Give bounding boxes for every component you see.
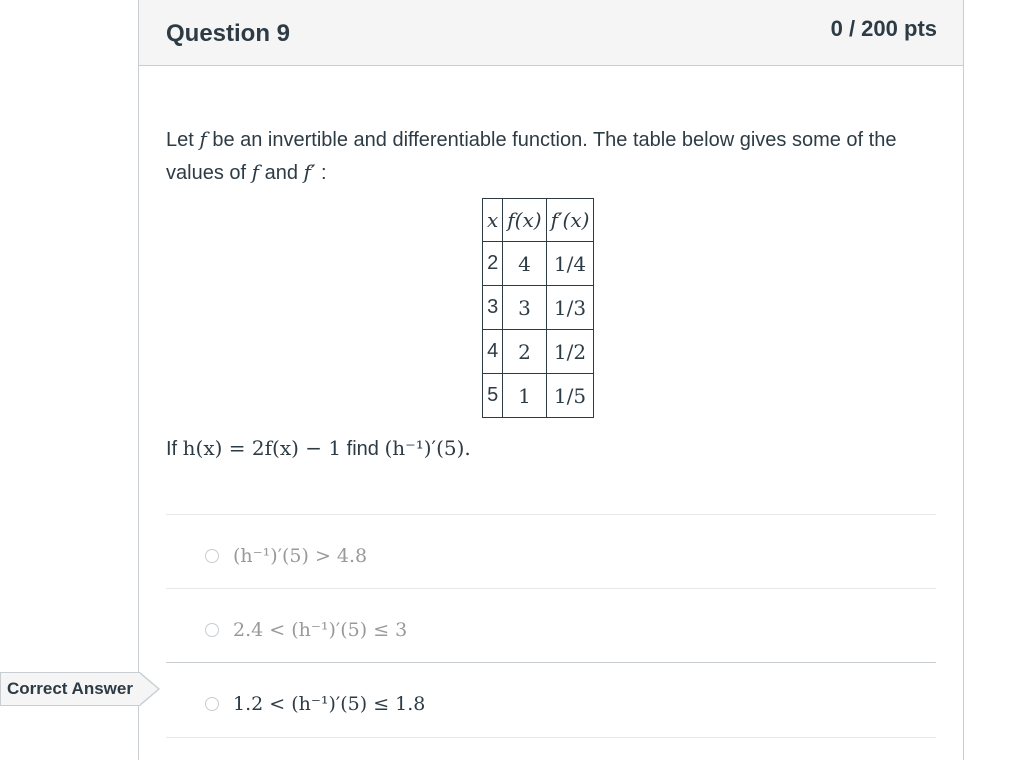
- answer-label: 2.4 < (h⁻¹)′(5) ≤ 3: [233, 619, 408, 641]
- answer-divider: [166, 514, 936, 515]
- question-text: Let f be an invertible and differentiabl…: [166, 123, 926, 189]
- question-header: Question 9 0 / 200 pts: [139, 0, 963, 66]
- prompt-end: .: [464, 436, 471, 460]
- answer-divider: [166, 588, 936, 589]
- correct-answer-flag-arrow-fill: [139, 673, 158, 705]
- answer-divider: [166, 737, 936, 738]
- values-table: x f(x) f′(x) 2 4 1/4 3 3 1/3 4 2 1/2 5 1…: [481, 198, 595, 418]
- table-header-fx: f(x): [502, 198, 547, 242]
- table-cell: 1/2: [545, 329, 595, 374]
- table-cell: 1/3: [545, 285, 595, 330]
- table-cell: 1/5: [545, 373, 595, 418]
- answer-divider: [166, 662, 936, 663]
- table-row: 2 4 1/4: [481, 241, 595, 286]
- intro-text-3: and: [259, 162, 304, 184]
- table-header-fprime: f′(x): [545, 198, 595, 242]
- table-cell: 5: [481, 373, 504, 418]
- table-cell: 3: [481, 285, 504, 330]
- prompt-target: (h⁻¹)′(5): [384, 436, 465, 460]
- fprime-symbol: f′: [303, 160, 316, 184]
- table-header-row: x f(x) f′(x): [481, 198, 595, 242]
- question-prompt: If h(x) = 2f(x) − 1 find (h⁻¹)′(5).: [166, 436, 471, 461]
- answer-option-1[interactable]: (h⁻¹)′(5) > 4.8: [205, 536, 367, 576]
- table-cell: 4: [502, 241, 547, 286]
- radio-button[interactable]: [205, 623, 219, 637]
- table-row: 4 2 1/2: [481, 329, 595, 374]
- f-symbol-2: f: [251, 160, 260, 184]
- prompt-expression: h(x) = 2f(x) − 1: [182, 436, 342, 460]
- question-card: Question 9 0 / 200 pts Let f be an inver…: [138, 0, 964, 760]
- table-cell: 3: [502, 285, 547, 330]
- answer-option-3[interactable]: 1.2 < (h⁻¹)′(5) ≤ 1.8: [205, 684, 425, 724]
- radio-button[interactable]: [205, 549, 219, 563]
- table-row: 5 1 1/5: [481, 373, 595, 418]
- table-cell: 2: [481, 241, 504, 286]
- table-cell: 1: [502, 373, 547, 418]
- question-points: 0 / 200 pts: [830, 16, 937, 41]
- answer-label: 1.2 < (h⁻¹)′(5) ≤ 1.8: [233, 693, 426, 715]
- prompt-if: If: [166, 438, 183, 460]
- answer-option-2[interactable]: 2.4 < (h⁻¹)′(5) ≤ 3: [205, 610, 407, 650]
- table-header-x: x: [481, 198, 504, 242]
- correct-answer-flag: Correct Answer: [0, 672, 140, 706]
- table-cell: 1/4: [545, 241, 595, 286]
- answer-label: (h⁻¹)′(5) > 4.8: [233, 545, 368, 567]
- table-cell: 2: [502, 329, 547, 374]
- prompt-find: find: [341, 438, 385, 460]
- table-cell: 4: [481, 329, 504, 374]
- intro-text-1: Let: [166, 129, 200, 151]
- table-row: 3 3 1/3: [481, 285, 595, 330]
- intro-text-4: :: [315, 162, 327, 184]
- question-title: Question 9: [166, 20, 291, 47]
- radio-button[interactable]: [205, 697, 219, 711]
- f-symbol: f: [199, 127, 207, 151]
